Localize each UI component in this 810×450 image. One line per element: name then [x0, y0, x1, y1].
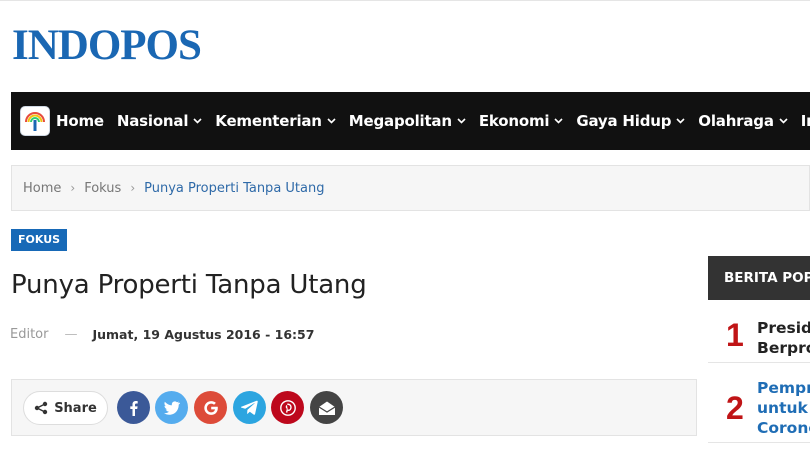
rank-number: 2 — [726, 390, 744, 426]
nav-item-olahraga[interactable]: Olahraga — [698, 112, 788, 130]
article-meta: Editor — Jumat, 19 Agustus 2016 - 16:57 — [10, 327, 314, 342]
breadcrumb-home[interactable]: Home — [23, 181, 61, 196]
pinterest-share-button[interactable] — [271, 391, 304, 424]
twitter-share-button[interactable] — [155, 391, 188, 424]
nav-item-label: Megapolitan — [348, 112, 452, 130]
popular-item-line: Berpro — [757, 339, 810, 357]
top-border — [0, 0, 810, 1]
popular-news-heading: BERITA POPU — [708, 256, 810, 300]
share-label: Share — [54, 400, 97, 416]
share-bar: Share — [11, 379, 697, 436]
chevron-down-icon — [457, 118, 466, 124]
popular-item-2[interactable]: Pempr untuk I Corone — [757, 378, 810, 438]
popular-item-line: Preside — [757, 319, 810, 337]
chevron-down-icon — [327, 118, 336, 124]
chevron-down-icon — [193, 118, 202, 124]
share-button[interactable]: Share — [23, 391, 108, 425]
facebook-icon — [129, 400, 138, 416]
nav-item-nasional[interactable]: Nasional — [117, 112, 202, 130]
app-logo-icon[interactable] — [20, 106, 50, 136]
main-nav: Home Nasional Kementerian Megapolitan Ek… — [11, 92, 810, 150]
nav-items: Home Nasional Kementerian Megapolitan Ek… — [56, 92, 810, 150]
nav-item-gaya-hidup[interactable]: Gaya Hidup — [576, 112, 685, 130]
popular-item-1[interactable]: Preside Berpro — [757, 318, 810, 358]
google-icon — [203, 400, 218, 415]
chevron-down-icon — [554, 118, 563, 124]
nav-item-label: Olahraga — [698, 112, 774, 130]
chevron-right-icon: › — [130, 181, 136, 195]
article-title: Punya Properti Tanpa Utang — [11, 270, 367, 300]
chevron-down-icon — [676, 118, 685, 124]
publish-date: Jumat, 19 Agustus 2016 - 16:57 — [92, 327, 315, 342]
nav-item-label: Int — [800, 112, 810, 130]
facebook-share-button[interactable] — [117, 391, 150, 424]
popular-item-line: untuk I — [757, 399, 810, 417]
meta-separator: — — [64, 327, 78, 342]
nav-item-label: Home — [56, 112, 104, 130]
telegram-icon — [241, 400, 258, 415]
nav-item-label: Kementerian — [215, 112, 322, 130]
nav-item-kementerian[interactable]: Kementerian — [215, 112, 336, 130]
site-logo[interactable]: INDOPOS — [12, 22, 202, 70]
popular-item-line: Corone — [757, 419, 810, 437]
share-icon — [34, 401, 48, 415]
envelope-icon — [318, 401, 335, 415]
twitter-icon — [164, 400, 180, 415]
divider — [708, 442, 810, 443]
chevron-right-icon: › — [70, 181, 76, 195]
nav-item-home[interactable]: Home — [56, 112, 104, 130]
author-name[interactable]: Editor — [10, 327, 48, 342]
category-badge[interactable]: FOKUS — [11, 229, 68, 251]
nav-item-label: Gaya Hidup — [576, 112, 672, 130]
pinterest-icon — [279, 399, 296, 416]
nav-item-label: Ekonomi — [478, 112, 550, 130]
nav-item-internasional[interactable]: Int — [801, 112, 810, 130]
email-share-button[interactable] — [310, 391, 343, 424]
google-share-button[interactable] — [194, 391, 227, 424]
chevron-down-icon — [779, 118, 788, 124]
breadcrumb-section[interactable]: Fokus — [84, 181, 121, 196]
divider — [708, 362, 810, 363]
telegram-share-button[interactable] — [233, 391, 266, 424]
nav-item-label: Nasional — [116, 112, 189, 130]
rank-number: 1 — [726, 317, 744, 353]
nav-item-ekonomi[interactable]: Ekonomi — [479, 112, 563, 130]
breadcrumb: Home › Fokus › Punya Properti Tanpa Utan… — [11, 165, 810, 211]
breadcrumb-current: Punya Properti Tanpa Utang — [144, 180, 325, 196]
popular-item-line: Pempr — [757, 379, 810, 397]
nav-item-megapolitan[interactable]: Megapolitan — [349, 112, 466, 130]
